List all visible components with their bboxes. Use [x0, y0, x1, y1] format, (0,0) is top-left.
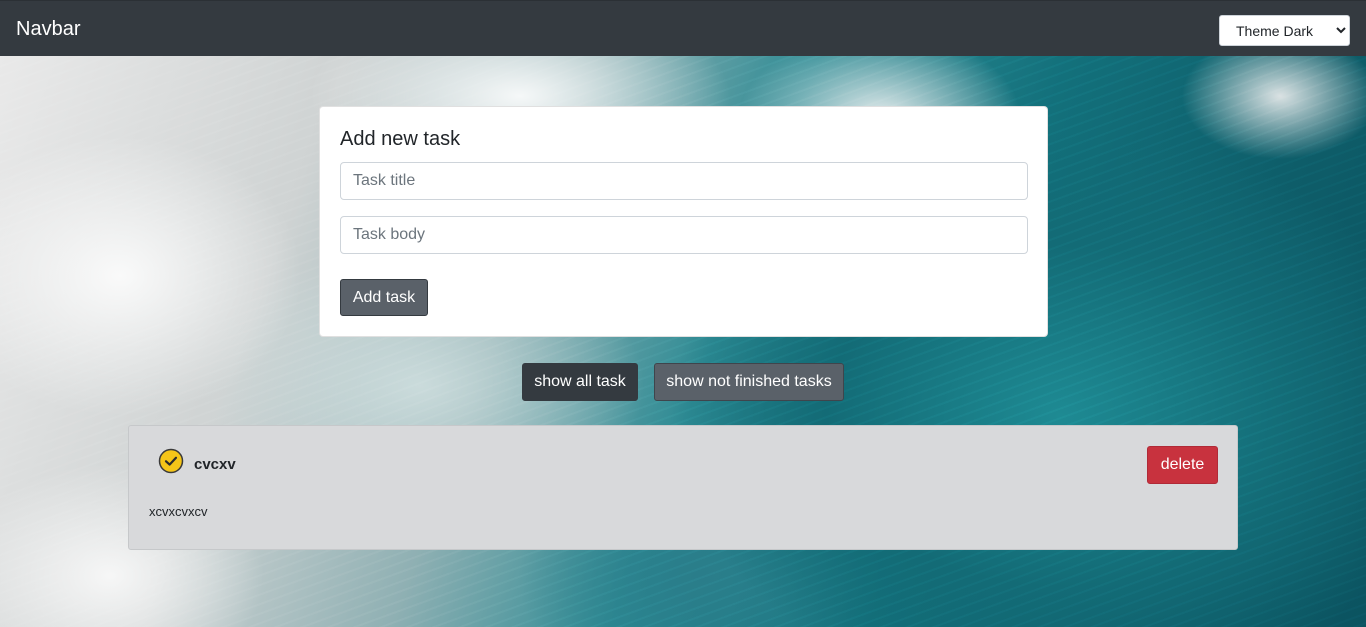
delete-task-button[interactable]: delete	[1147, 446, 1218, 484]
task-body: xcvxcvxcv	[149, 504, 208, 519]
check-circle-icon[interactable]	[158, 448, 184, 474]
task-title: cvcxv	[194, 456, 236, 473]
navbar: Navbar Theme Dark	[0, 0, 1366, 56]
theme-select[interactable]: Theme Dark	[1219, 15, 1350, 46]
add-task-button[interactable]: Add task	[340, 279, 428, 316]
task-body-input[interactable]	[340, 216, 1028, 254]
task-title-input[interactable]	[340, 162, 1028, 200]
add-task-heading: Add new task	[340, 128, 461, 150]
navbar-brand[interactable]: Navbar	[16, 17, 80, 41]
show-not-finished-tasks-button[interactable]: show not finished tasks	[654, 363, 844, 401]
show-all-tasks-button[interactable]: show all task	[522, 363, 638, 401]
app-page: Navbar Theme Dark Add new task Add task …	[0, 0, 1366, 627]
add-task-card: Add new task Add task	[319, 106, 1048, 337]
task-item: cvcxv xcvxcvxcv delete	[128, 425, 1238, 550]
